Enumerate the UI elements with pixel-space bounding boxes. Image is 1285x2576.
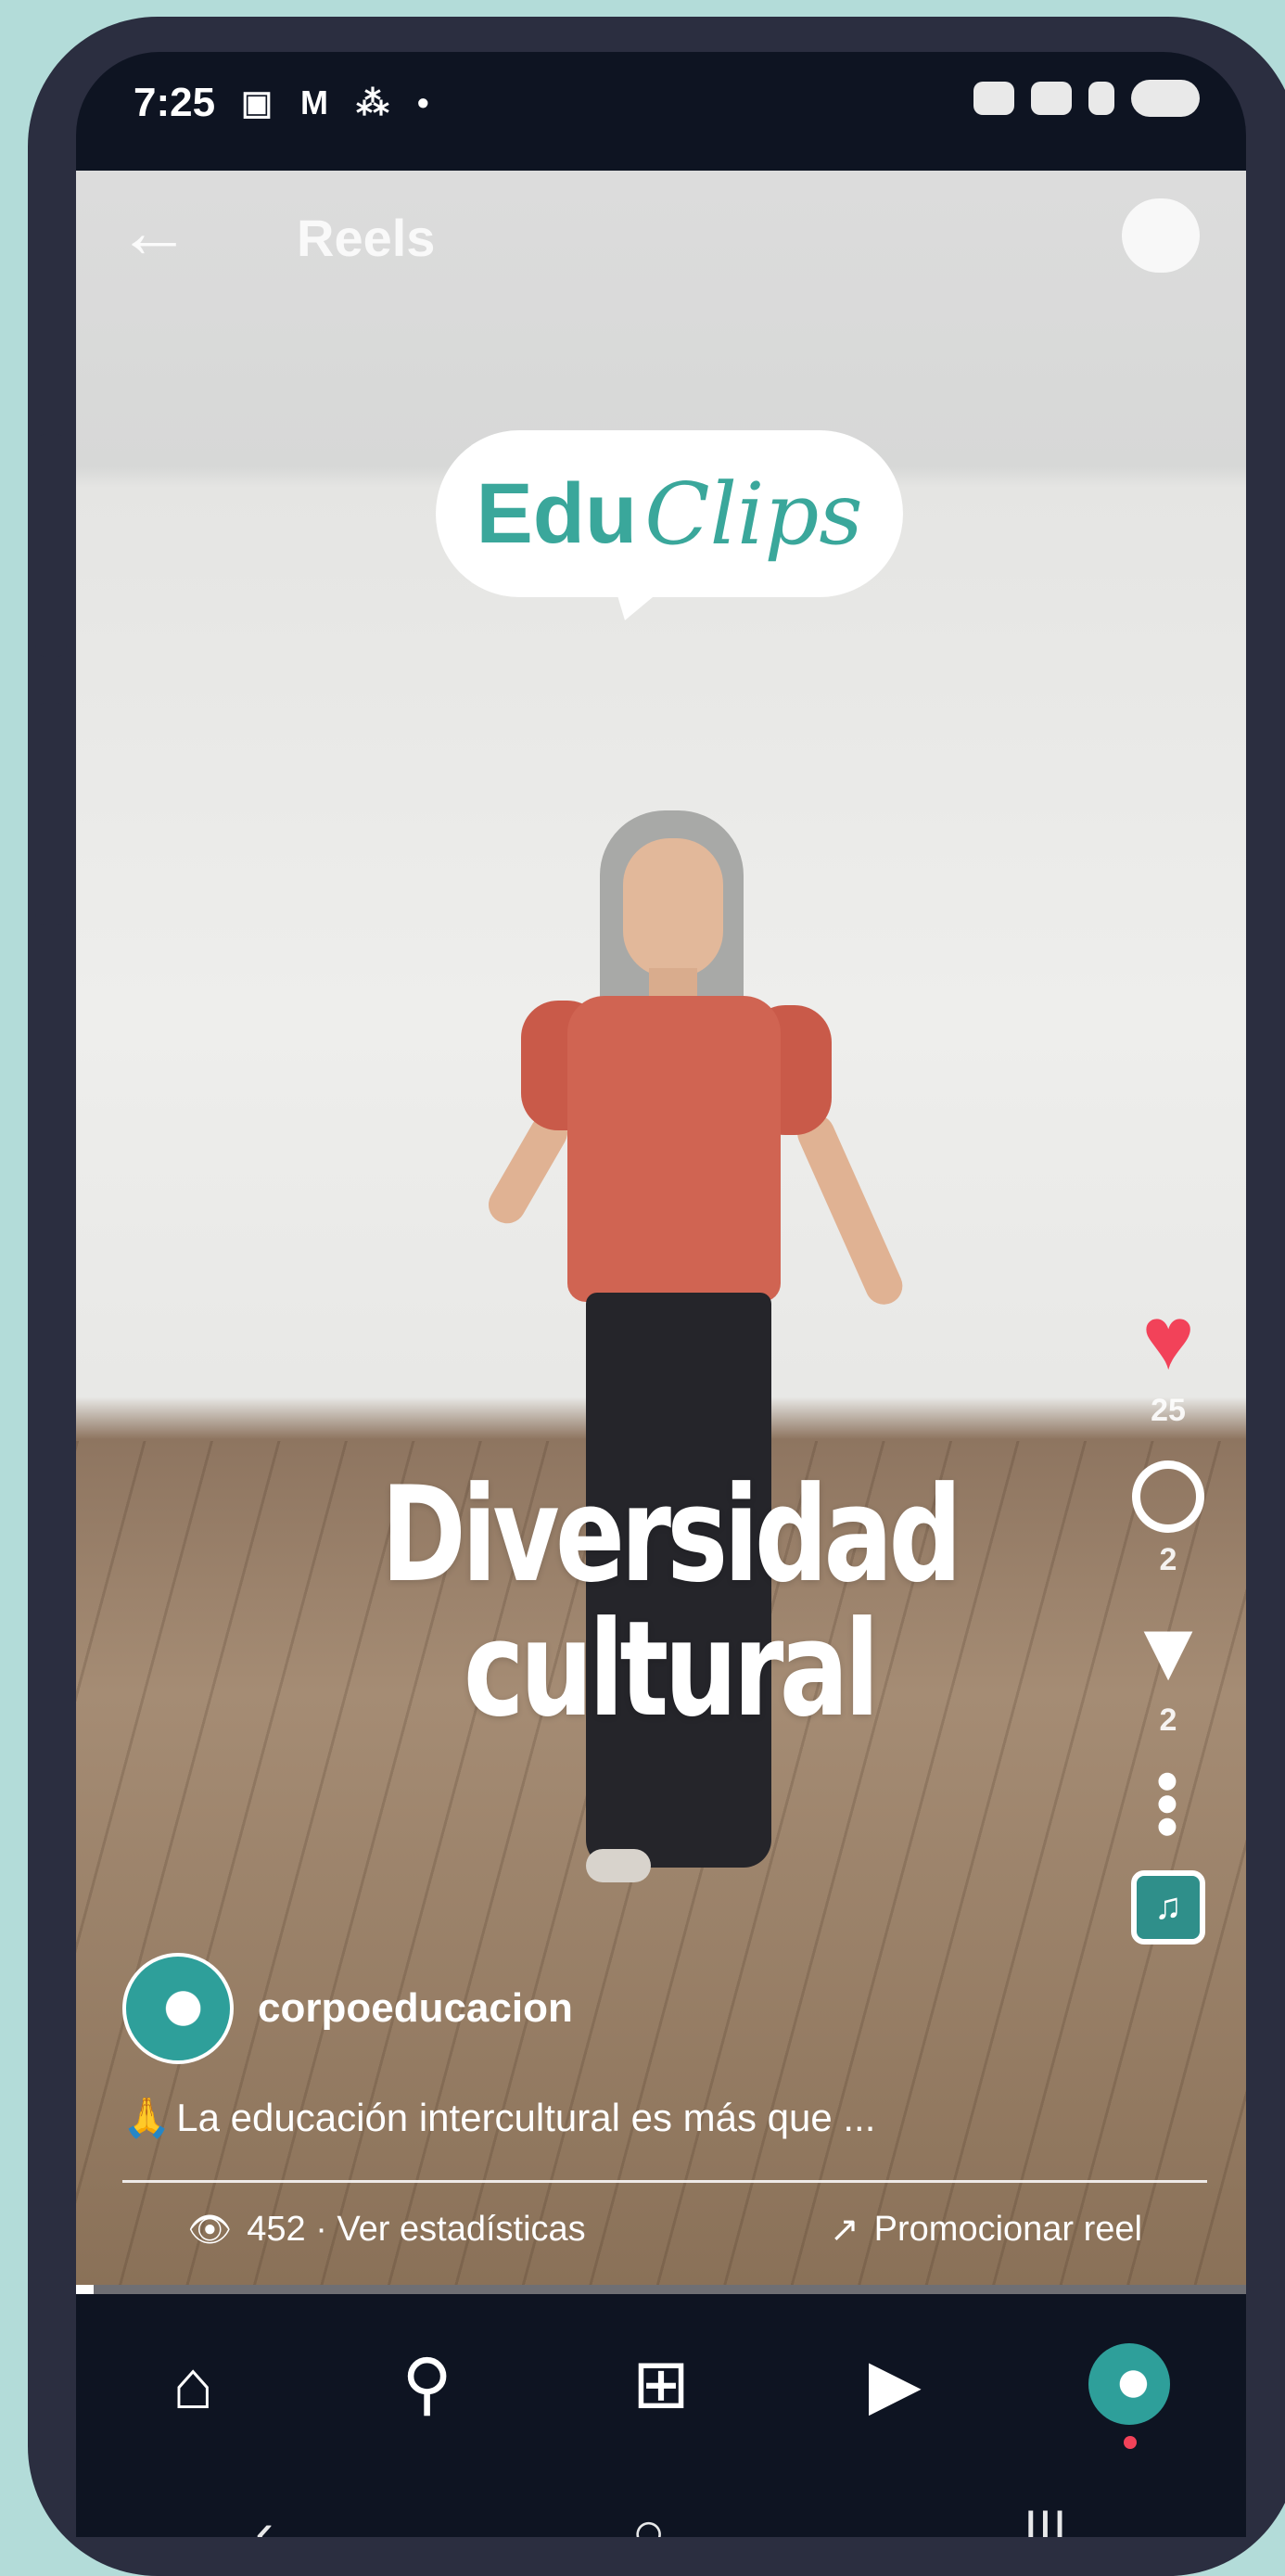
add-post-icon: ⊞ [631,2345,690,2422]
heart-icon: ♥ [1141,1289,1195,1388]
view-stats-link[interactable]: 👁 452 · Ver estadísticas [187,2209,586,2251]
notification-icons: ▣ M ⁂ • [241,83,439,121]
tab-search[interactable]: ⚲ [381,2338,474,2430]
system-navigation-bar: ‹ ○ ||| [76,2500,1246,2537]
presenter-blouse [567,996,781,1302]
home-icon: ⌂ [172,2345,214,2423]
reels-header: ← Reels [76,171,1246,291]
video-progress-bar[interactable] [76,2285,1246,2294]
camera-icon[interactable] [1122,198,1200,273]
share-count: 2 [1159,1702,1177,1738]
caption[interactable]: 🙏 La educación intercultural es más que … [122,2096,1207,2141]
system-home-icon[interactable]: ○ [631,2500,665,2537]
back-arrow-icon[interactable]: ← [117,189,191,274]
views-label: 452 · Ver estadísticas [247,2210,586,2249]
trending-up-icon: ↗ [829,2211,859,2250]
music-note-icon: ♫ [1131,1869,1205,1945]
more-options-button[interactable]: ••• [1122,1770,1215,1839]
signal-icon [1088,82,1114,115]
comment-count: 2 [1159,1542,1177,1577]
phone-screen: 7:25 ▣ M ⁂ • ← Reels Edu Clips Diversida… [76,52,1246,2537]
notification-dot [1123,2436,1137,2449]
tab-reels[interactable]: ▶ [848,2338,941,2430]
more-dots-icon: ••• [1132,1770,1204,1839]
stats-row: 👁 452 · Ver estadísticas ↗ Promocionar r… [122,2209,1207,2251]
bottom-tab-bar: ⌂ ⚲ ⊞ ▶ [76,2305,1246,2463]
video-overlay-title: Diversidad cultural [380,1459,962,1746]
wifi-icon [1031,82,1072,115]
send-icon: ▼ [1126,1605,1210,1698]
logo-text-edu: Edu [476,465,638,561]
promote-label: Promocionar reel [873,2210,1142,2249]
system-recents-icon[interactable]: ||| [1024,2500,1067,2537]
presenter-right-arm [791,1108,909,1311]
tab-profile[interactable] [1083,2338,1176,2449]
caption-text: La educación intercultural es más que ..… [176,2096,876,2139]
eye-icon: 👁 [187,2210,233,2250]
system-icons [973,80,1200,117]
educlips-logo: Edu Clips [436,430,903,597]
volume-down-button [35,703,67,925]
promote-reel-link[interactable]: ↗ Promocionar reel [830,2209,1142,2251]
comment-icon [1132,1460,1204,1533]
share-button[interactable]: ▼ 2 [1122,1610,1215,1739]
tab-create[interactable]: ⊞ [615,2338,707,2430]
video-progress-fill [76,2285,94,2294]
profile-avatar-icon [1088,2343,1170,2449]
like-button[interactable]: ♥ 25 [1122,1294,1215,1429]
volume-up-button [35,434,67,657]
search-icon: ⚲ [401,2345,452,2422]
presenter-face [623,838,723,977]
comment-button[interactable]: 2 [1122,1460,1215,1578]
battery-icon [1131,80,1200,117]
post-info: corpoeducacion 🙏 La educación intercultu… [122,1953,1207,2251]
username[interactable]: corpoeducacion [258,1985,573,2032]
reels-icon: ▶ [868,2345,922,2422]
status-bar: 7:25 ▣ M ⁂ • [76,52,1246,171]
avatar[interactable] [122,1953,234,2064]
audio-button[interactable]: ♫ [1122,1869,1215,1945]
caption-divider [122,2180,1207,2183]
system-back-icon[interactable]: ‹ [255,2500,274,2537]
like-count: 25 [1151,1393,1186,1428]
reels-title: Reels [297,209,436,267]
action-rail: ♥ 25 2 ▼ 2 ••• ♫ [1122,1294,1215,1976]
mute-icon [973,82,1014,115]
presenter-shoe [586,1849,651,1882]
praying-hands-icon: 🙏 [122,2096,172,2139]
status-time: 7:25 [134,80,216,125]
logo-bubble-tail [614,583,669,620]
logo-text-clips: Clips [644,464,863,564]
user-row[interactable]: corpoeducacion [122,1953,1207,2064]
reel-video[interactable]: ← Reels Edu Clips Diversidad cultural ♥ [76,171,1246,2285]
tab-home[interactable]: ⌂ [146,2338,239,2430]
